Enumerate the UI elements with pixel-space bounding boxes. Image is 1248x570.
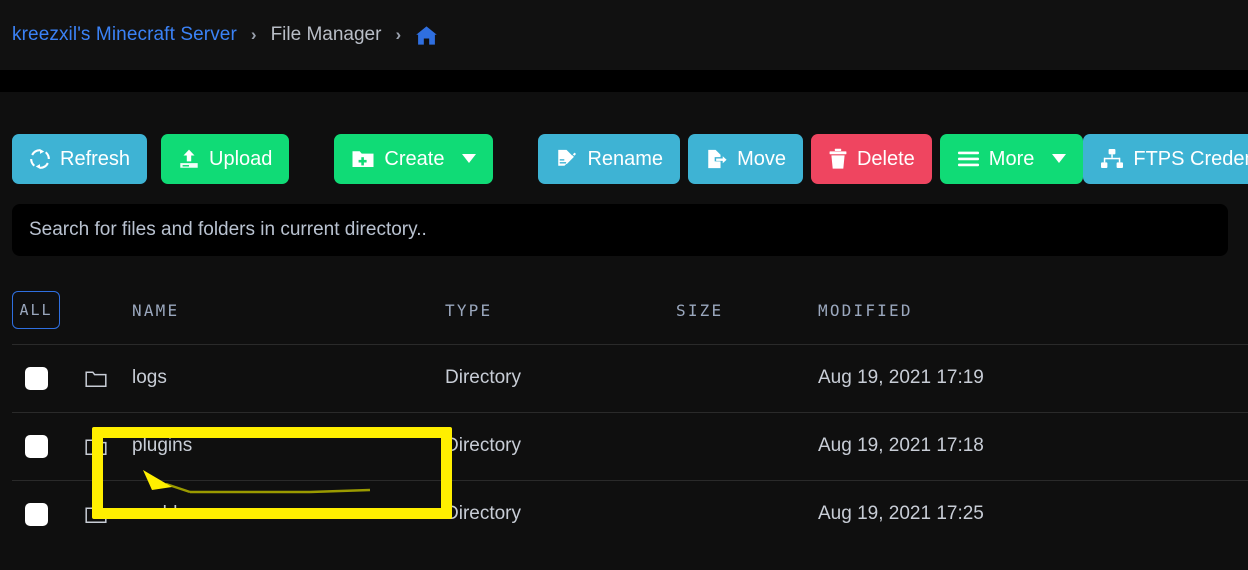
hamburger-icon: [957, 150, 980, 168]
row-modified: Aug 19, 2021 17:19: [818, 367, 984, 388]
rename-button[interactable]: Rename: [538, 133, 681, 184]
row-checkbox-cell: [12, 502, 60, 526]
folder-icon: [85, 369, 107, 388]
row-checkbox[interactable]: [24, 502, 48, 526]
home-icon[interactable]: [415, 25, 438, 46]
delete-button-label: Delete: [856, 147, 915, 170]
row-type: Directory: [445, 435, 522, 456]
more-button-label: More: [988, 147, 1035, 170]
row-name[interactable]: world: [132, 503, 445, 525]
refresh-icon: [29, 148, 51, 170]
row-modified: Aug 19, 2021 17:18: [818, 435, 984, 456]
header-divider-band: [0, 70, 1248, 92]
trash-icon: [828, 148, 848, 170]
file-export-icon: [705, 148, 728, 170]
delete-button[interactable]: Delete: [810, 133, 932, 184]
create-button-label: Create: [384, 147, 445, 170]
row-checkbox-cell: [12, 366, 60, 390]
ftps-credentials-button[interactable]: FTPS Credentials: [1083, 133, 1248, 184]
folder-icon: [85, 437, 107, 456]
header-modified[interactable]: MODIFIED: [818, 301, 1248, 320]
row-checkbox[interactable]: [24, 434, 48, 458]
table-row[interactable]: logs Directory Aug 19, 2021 17:19: [0, 344, 1248, 412]
select-all-button[interactable]: ALL: [12, 291, 60, 329]
folder-icon: [85, 505, 107, 524]
breadcrumb-separator-2: ›: [395, 24, 402, 44]
file-table-header: ALL NAME TYPE SIZE MODIFIED: [0, 276, 1248, 344]
row-icon-cell: [60, 437, 132, 456]
file-pencil-icon: [555, 148, 578, 170]
row-name[interactable]: plugins: [132, 435, 445, 457]
search-input[interactable]: [12, 204, 1228, 256]
rename-button-label: Rename: [587, 147, 664, 170]
file-manager-toolbar: Refresh Upload Create Rename Move Delete…: [0, 92, 1248, 192]
move-button[interactable]: Move: [688, 133, 803, 184]
row-modified: Aug 19, 2021 17:25: [818, 503, 984, 524]
upload-button-label: Upload: [209, 147, 273, 170]
move-button-label: Move: [737, 147, 786, 170]
breadcrumb-file-manager: File Manager: [270, 24, 382, 45]
table-row[interactable]: plugins Directory Aug 19, 2021 17:18: [0, 412, 1248, 480]
header-name[interactable]: NAME: [132, 301, 445, 320]
header-size[interactable]: SIZE: [676, 301, 818, 320]
chevron-down-icon: [462, 154, 477, 163]
breadcrumb-server-link[interactable]: kreezxil's Minecraft Server: [12, 24, 237, 46]
refresh-button[interactable]: Refresh: [12, 133, 148, 184]
row-icon-cell: [60, 369, 132, 388]
row-checkbox-cell: [12, 434, 60, 458]
file-table: ALL NAME TYPE SIZE MODIFIED logs Directo…: [0, 276, 1248, 548]
chevron-down-icon: [1052, 154, 1067, 163]
refresh-button-label: Refresh: [60, 147, 131, 170]
upload-icon: [178, 148, 200, 170]
search-bar-container: [0, 192, 1248, 256]
upload-button[interactable]: Upload: [161, 133, 290, 184]
folder-plus-icon: [351, 148, 375, 170]
row-type: Directory: [445, 503, 522, 524]
select-all-cell: ALL: [12, 291, 60, 329]
ftps-credentials-button-label: FTPS Credentials: [1133, 147, 1248, 170]
row-icon-cell: [60, 505, 132, 524]
row-type: Directory: [445, 367, 522, 388]
create-button[interactable]: Create: [334, 133, 494, 184]
row-name[interactable]: logs: [132, 367, 445, 389]
header-type[interactable]: TYPE: [445, 301, 676, 320]
breadcrumb: kreezxil's Minecraft Server › File Manag…: [0, 0, 1248, 70]
breadcrumb-separator-1: ›: [250, 24, 257, 44]
more-button[interactable]: More: [939, 133, 1084, 184]
table-row[interactable]: world Directory Aug 19, 2021 17:25: [0, 480, 1248, 548]
sitemap-icon: [1100, 148, 1124, 170]
row-checkbox[interactable]: [24, 366, 48, 390]
